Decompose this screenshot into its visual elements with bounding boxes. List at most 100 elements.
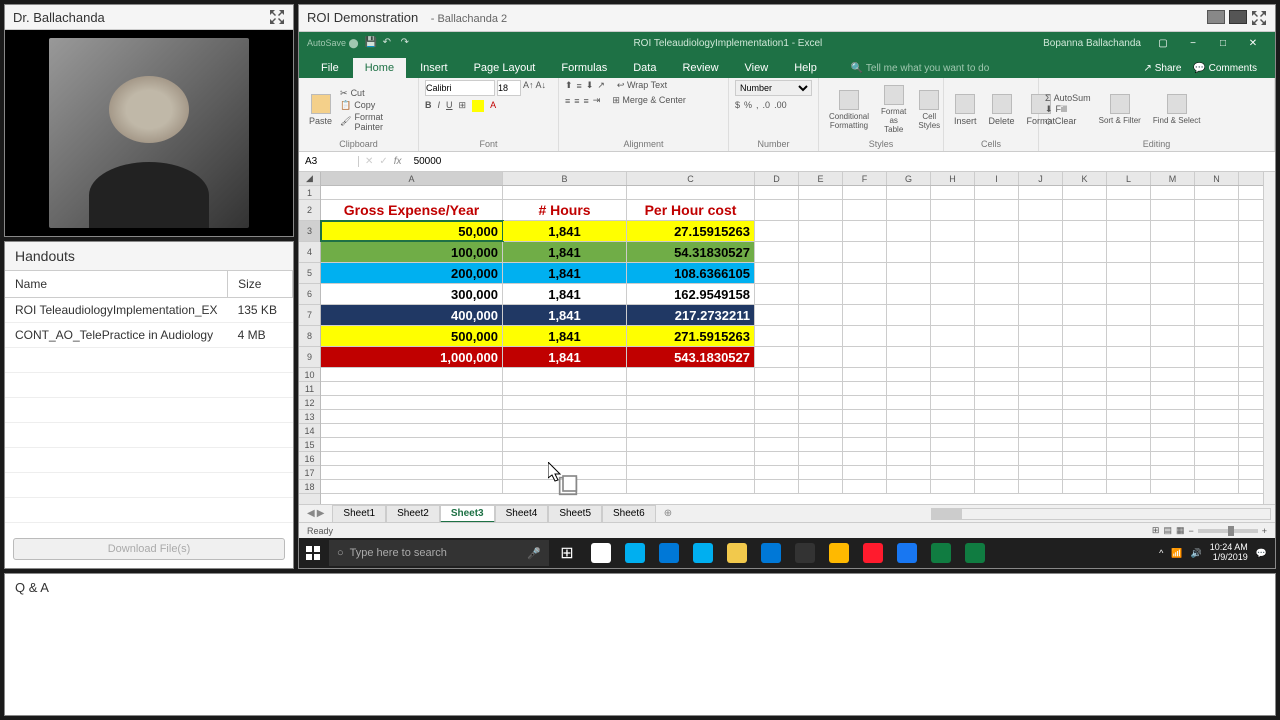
cell[interactable] [887, 382, 931, 395]
cell[interactable] [1019, 186, 1063, 199]
cell[interactable] [1107, 186, 1151, 199]
align-bottom-icon[interactable]: ⬇ [586, 80, 594, 91]
currency-icon[interactable]: $ [735, 100, 740, 110]
cell[interactable] [755, 347, 799, 367]
row-header[interactable]: 13 [299, 410, 320, 424]
cell[interactable] [1063, 438, 1107, 451]
cell[interactable] [887, 242, 931, 262]
fx-icon[interactable]: fx [394, 156, 402, 167]
monitor-icon[interactable] [1229, 10, 1247, 24]
cell[interactable]: 300,000 [321, 284, 503, 304]
increase-font-icon[interactable]: A↑ [523, 80, 534, 96]
cell[interactable] [887, 438, 931, 451]
cell[interactable]: 500,000 [321, 326, 503, 346]
cell[interactable] [1063, 263, 1107, 283]
taskbar-search[interactable]: ○ Type here to search 🎤 [329, 540, 549, 566]
cell[interactable] [843, 452, 887, 465]
cell[interactable] [1195, 368, 1239, 381]
cell[interactable] [1019, 382, 1063, 395]
cell[interactable]: Gross Expense/Year [321, 200, 503, 220]
cell[interactable] [1151, 186, 1195, 199]
cell[interactable] [503, 368, 627, 381]
bold-button[interactable]: B [425, 100, 432, 112]
cell[interactable]: 1,841 [503, 284, 627, 304]
row-header[interactable]: 7 [299, 305, 320, 326]
col-header[interactable]: F [843, 172, 887, 185]
col-header[interactable]: M [1151, 172, 1195, 185]
cell[interactable] [1019, 347, 1063, 367]
cell[interactable] [1107, 347, 1151, 367]
cell[interactable] [627, 368, 755, 381]
cell[interactable] [627, 396, 755, 409]
zoom-out-icon[interactable]: − [1188, 526, 1193, 536]
monitor-icon[interactable] [1207, 10, 1225, 24]
cell[interactable] [1195, 438, 1239, 451]
row-header[interactable]: 10 [299, 368, 320, 382]
cell[interactable] [503, 410, 627, 423]
cell[interactable] [931, 480, 975, 493]
cancel-icon[interactable]: ✕ [365, 156, 373, 167]
cell[interactable]: 217.2732211 [627, 305, 755, 325]
cell[interactable] [975, 305, 1019, 325]
cell[interactable] [627, 424, 755, 437]
sheet-tab[interactable]: Sheet4 [495, 505, 549, 523]
copy-button[interactable]: 📋Copy [340, 100, 412, 111]
cell[interactable] [931, 410, 975, 423]
cell[interactable] [1063, 396, 1107, 409]
cell-styles-button[interactable]: Cell Styles [914, 88, 944, 132]
cell[interactable]: 27.15915263 [627, 221, 755, 241]
cell[interactable] [843, 368, 887, 381]
cell[interactable] [887, 452, 931, 465]
cell[interactable] [1151, 284, 1195, 304]
cell[interactable] [931, 466, 975, 479]
align-left-icon[interactable]: ≡ [565, 96, 570, 106]
cell[interactable] [975, 452, 1019, 465]
tab-page-layout[interactable]: Page Layout [462, 58, 548, 78]
cell[interactable] [1107, 382, 1151, 395]
download-button[interactable]: Download File(s) [13, 538, 285, 560]
cell[interactable] [799, 396, 843, 409]
cell[interactable] [1019, 452, 1063, 465]
tab-formulas[interactable]: Formulas [549, 58, 619, 78]
cell[interactable] [1195, 200, 1239, 220]
find-select-button[interactable]: Find & Select [1149, 92, 1205, 127]
comments-button[interactable]: 💬 Comments [1193, 63, 1257, 74]
col-header[interactable]: G [887, 172, 931, 185]
cell[interactable] [321, 410, 503, 423]
maximize-icon[interactable]: □ [1209, 34, 1237, 52]
cell[interactable] [799, 347, 843, 367]
cell[interactable] [975, 368, 1019, 381]
cell[interactable] [1107, 480, 1151, 493]
cell[interactable] [755, 382, 799, 395]
cell[interactable] [1151, 200, 1195, 220]
cell[interactable] [843, 347, 887, 367]
cell[interactable] [503, 452, 627, 465]
cell[interactable] [321, 382, 503, 395]
cell[interactable] [1195, 263, 1239, 283]
cell[interactable] [1151, 424, 1195, 437]
cell[interactable]: 543.1830527 [627, 347, 755, 367]
cell[interactable] [799, 466, 843, 479]
font-name-select[interactable] [425, 80, 495, 96]
cell[interactable] [1107, 263, 1151, 283]
cell[interactable] [755, 305, 799, 325]
enter-icon[interactable]: ✓ [379, 156, 387, 167]
cell[interactable] [975, 480, 1019, 493]
cell[interactable] [799, 284, 843, 304]
cell[interactable] [1107, 410, 1151, 423]
cell[interactable] [975, 326, 1019, 346]
cell[interactable] [1195, 410, 1239, 423]
cell[interactable] [975, 284, 1019, 304]
undo-icon[interactable]: ↶ [383, 37, 395, 49]
cell[interactable] [1195, 242, 1239, 262]
cell[interactable] [887, 186, 931, 199]
cell[interactable] [799, 186, 843, 199]
cell[interactable] [843, 326, 887, 346]
taskbar-app-opera[interactable] [857, 539, 889, 567]
taskbar-app-facebook[interactable] [891, 539, 923, 567]
cell[interactable] [755, 263, 799, 283]
cell[interactable] [1107, 438, 1151, 451]
cell[interactable] [1019, 396, 1063, 409]
cell[interactable]: # Hours [503, 200, 627, 220]
cell[interactable] [799, 200, 843, 220]
